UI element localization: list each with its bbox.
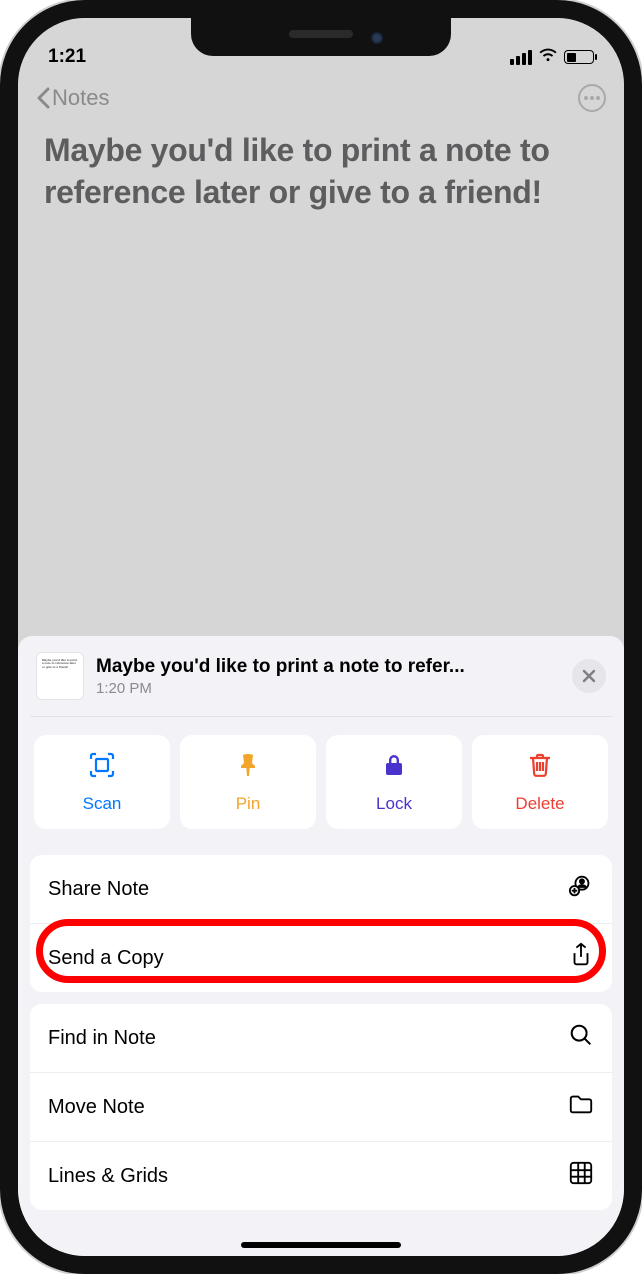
- more-button[interactable]: [578, 84, 606, 112]
- close-button[interactable]: [572, 659, 606, 693]
- lock-label: Lock: [376, 794, 412, 814]
- battery-icon: [564, 50, 594, 64]
- notch: [191, 18, 451, 56]
- collaborate-icon: [568, 873, 594, 905]
- back-button[interactable]: Notes: [36, 85, 109, 111]
- pin-label: Pin: [236, 794, 261, 814]
- home-indicator[interactable]: [241, 1242, 401, 1248]
- sheet-timestamp: 1:20 PM: [96, 680, 560, 697]
- scan-label: Scan: [83, 794, 122, 814]
- lines-grids-label: Lines & Grids: [48, 1165, 168, 1188]
- lock-button[interactable]: Lock: [326, 735, 462, 829]
- grid-icon: [568, 1160, 594, 1192]
- scan-button[interactable]: Scan: [34, 735, 170, 829]
- back-label: Notes: [52, 85, 109, 111]
- status-time: 1:21: [48, 46, 86, 68]
- share-icon: [568, 942, 594, 974]
- trash-icon: [526, 751, 554, 784]
- delete-label: Delete: [515, 794, 564, 814]
- pin-button[interactable]: Pin: [180, 735, 316, 829]
- sheet-title: Maybe you'd like to print a note to refe…: [96, 656, 560, 678]
- find-in-note-item[interactable]: Find in Note: [30, 1004, 612, 1072]
- move-note-item[interactable]: Move Note: [30, 1072, 612, 1141]
- lines-grids-item[interactable]: Lines & Grids: [30, 1141, 612, 1210]
- search-icon: [568, 1022, 594, 1054]
- send-copy-label: Send a Copy: [48, 947, 164, 970]
- pin-icon: [234, 751, 262, 784]
- share-note-item[interactable]: Share Note: [30, 855, 612, 923]
- delete-button[interactable]: Delete: [472, 735, 608, 829]
- folder-icon: [568, 1091, 594, 1123]
- scan-icon: [88, 751, 116, 784]
- note-thumbnail: Maybe you'd like to print a note to refe…: [36, 652, 84, 700]
- wifi-icon: [538, 46, 558, 68]
- move-note-label: Move Note: [48, 1096, 145, 1119]
- note-title: Maybe you'd like to print a note to refe…: [18, 118, 624, 213]
- lock-icon: [380, 751, 408, 784]
- find-in-note-label: Find in Note: [48, 1027, 156, 1050]
- cellular-signal-icon: [510, 50, 532, 65]
- share-sheet: Maybe you'd like to print a note to refe…: [18, 636, 624, 1256]
- share-note-label: Share Note: [48, 878, 149, 901]
- send-copy-item[interactable]: Send a Copy: [30, 923, 612, 992]
